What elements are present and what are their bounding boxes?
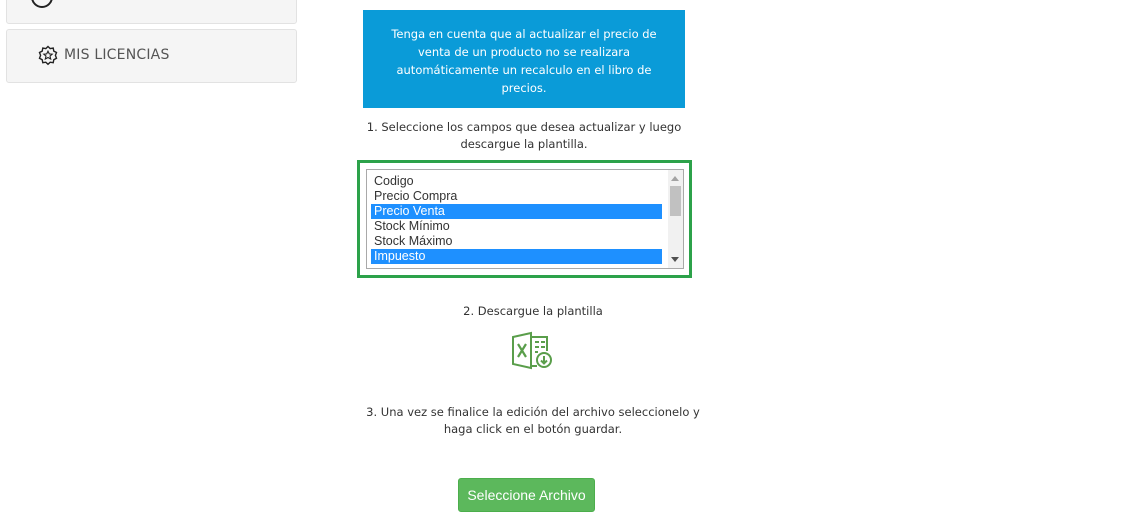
scroll-up-arrow-icon[interactable] <box>671 176 679 181</box>
star-badge-icon <box>38 45 58 66</box>
option-stock-minimo[interactable]: Stock Mínimo <box>371 219 662 234</box>
listbox-scrollbar[interactable] <box>668 170 683 268</box>
option-codigo[interactable]: Codigo <box>371 174 662 189</box>
option-precio-venta[interactable]: Precio Venta <box>371 204 662 219</box>
excel-download-icon[interactable] <box>511 331 553 370</box>
option-impuesto[interactable]: Impuesto <box>371 249 662 264</box>
scrollbar-thumb[interactable] <box>670 186 681 216</box>
sidebar-item-label: MIS LICENCIAS <box>64 47 170 63</box>
sidebar-item-licenses[interactable]: MIS LICENCIAS <box>6 29 297 83</box>
step-3-text: 3. Una vez se finalice la edición del ar… <box>366 405 700 436</box>
option-stock-maximo[interactable]: Stock Máximo <box>371 234 662 249</box>
option-precio-compra[interactable]: Precio Compra <box>371 189 662 204</box>
fields-multiselect[interactable]: Codigo Precio Compra Precio Venta Stock … <box>366 169 684 269</box>
select-file-button[interactable]: Seleccione Archivo <box>458 478 595 512</box>
step-2-text: 2. Descargue la plantilla <box>463 304 603 318</box>
scroll-down-arrow-icon[interactable] <box>671 257 679 262</box>
info-notice: Tenga en cuenta que al actualizar el pre… <box>363 10 685 108</box>
step-1-text: 1. Seleccione los campos que desea actua… <box>366 120 682 151</box>
fields-select-highlight: Codigo Precio Compra Precio Venta Stock … <box>357 160 692 278</box>
